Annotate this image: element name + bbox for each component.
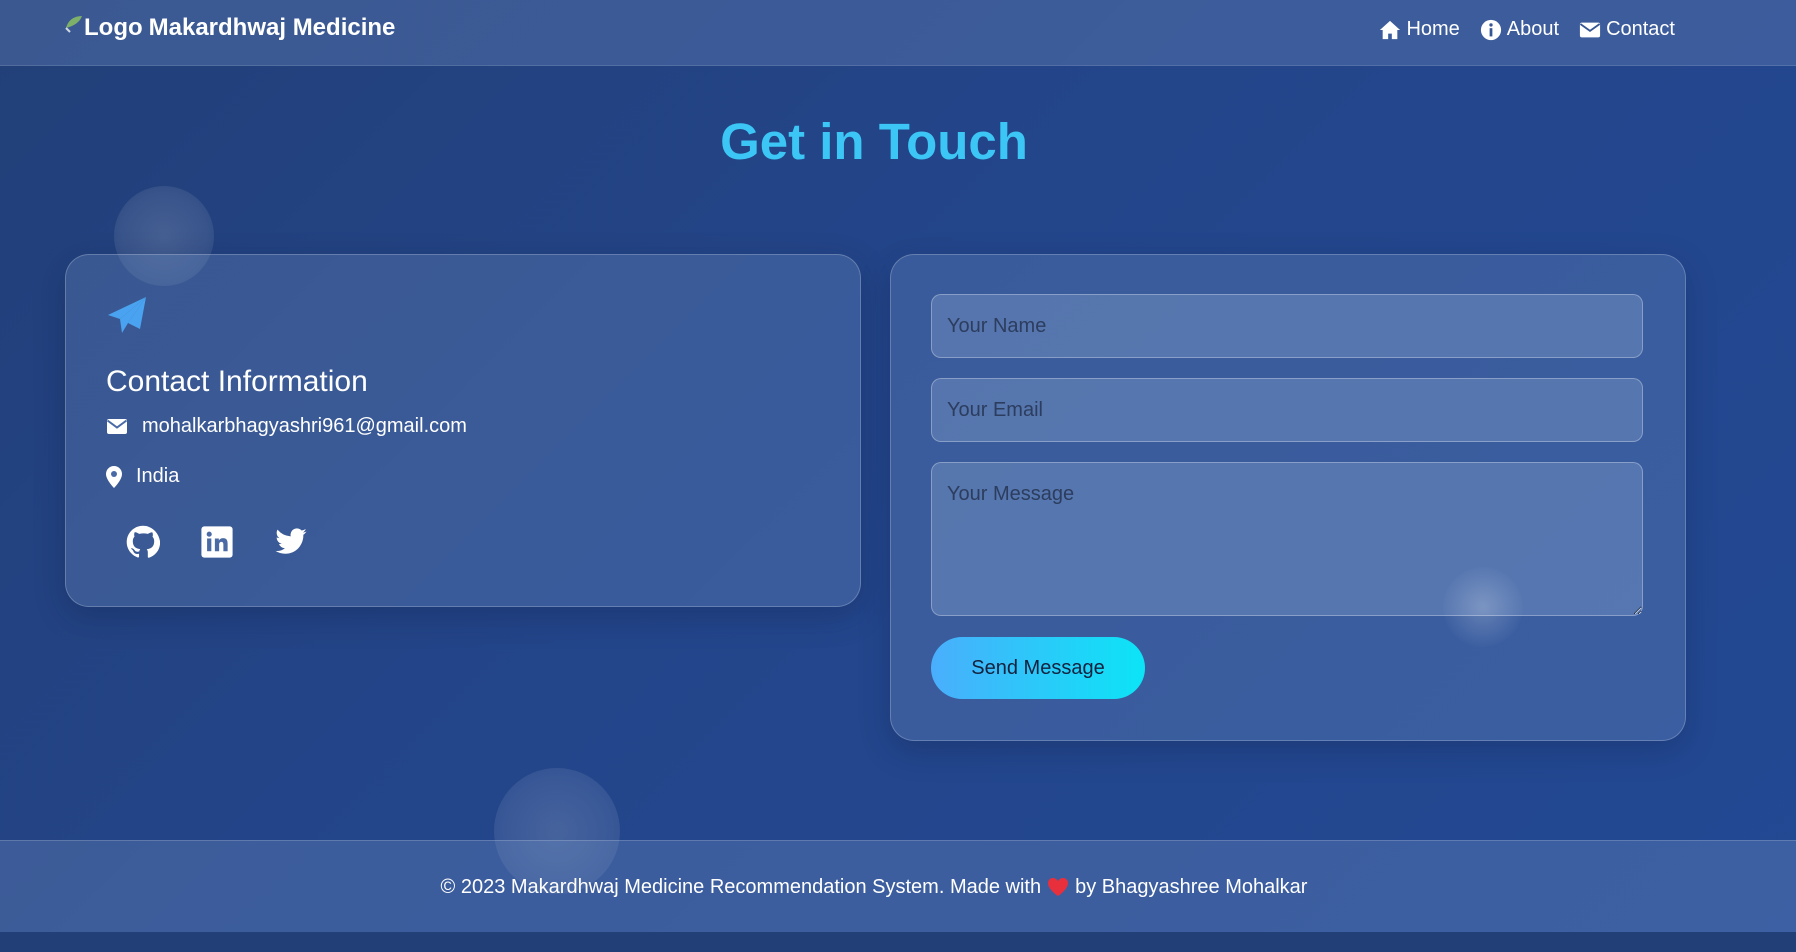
github-icon (126, 525, 161, 558)
footer: © 2023 Makardhwaj Medicine Recommendatio… (0, 840, 1796, 934)
email-input[interactable] (931, 378, 1643, 442)
home-icon (1380, 20, 1401, 39)
nav-home-link[interactable]: Home (1379, 18, 1460, 41)
nav-contact-label: Contact (1606, 18, 1675, 40)
envelope-icon (106, 418, 128, 434)
nav-contact-link[interactable]: Contact (1579, 18, 1675, 41)
contact-location-row: India (106, 465, 179, 488)
contact-email[interactable]: mohalkarbhagyashri961@gmail.com (142, 415, 467, 438)
contact-info-card: Contact Information mohalkarbhagyashri96… (65, 254, 861, 607)
contact-location: India (136, 465, 180, 487)
footer-text: © 2023 Makardhwaj Medicine Recommendatio… (441, 876, 1308, 899)
broken-image-icon (65, 16, 82, 33)
info-icon (1480, 19, 1501, 40)
nav-home-label: Home (1406, 18, 1460, 40)
contact-email-row: mohalkarbhagyashri961@gmail.com (106, 415, 467, 438)
brand[interactable]: Logo Makardhwaj Medicine (64, 14, 395, 42)
twitter-link[interactable] (274, 525, 308, 559)
heart-icon (1047, 877, 1069, 897)
linkedin-icon (201, 526, 233, 558)
twitter-icon (275, 528, 307, 554)
linkedin-link[interactable] (200, 525, 234, 559)
footer-author: by Bhagyashree Mohalkar (1075, 875, 1308, 898)
brand-name: Makardhwaj Medicine (148, 14, 396, 41)
message-textarea[interactable] (931, 462, 1643, 616)
social-links (126, 525, 308, 559)
decorative-bubble (1443, 567, 1523, 647)
send-message-button[interactable]: Send Message (931, 637, 1145, 699)
navbar: Logo Makardhwaj Medicine Home About Cont… (0, 0, 1796, 66)
nav-links: Home About Contact (1379, 18, 1675, 41)
page-title: Get in Touch (720, 113, 1028, 170)
nav-about-link[interactable]: About (1480, 18, 1559, 41)
envelope-icon (1579, 22, 1601, 37)
contact-form-card: Send Message (890, 254, 1686, 741)
footer-copyright: © 2023 Makardhwaj Medicine Recommendatio… (440, 875, 1042, 898)
map-pin-icon (106, 465, 122, 488)
name-input[interactable] (931, 294, 1643, 358)
logo-alt-text: Logo (84, 14, 143, 41)
github-link[interactable] (126, 525, 161, 559)
logo-image: Logo (64, 14, 143, 42)
page-bottom-strip (0, 932, 1796, 952)
nav-about-label: About (1506, 18, 1560, 40)
contact-info-title: Contact Information (106, 365, 368, 398)
paper-plane-icon (108, 297, 146, 333)
